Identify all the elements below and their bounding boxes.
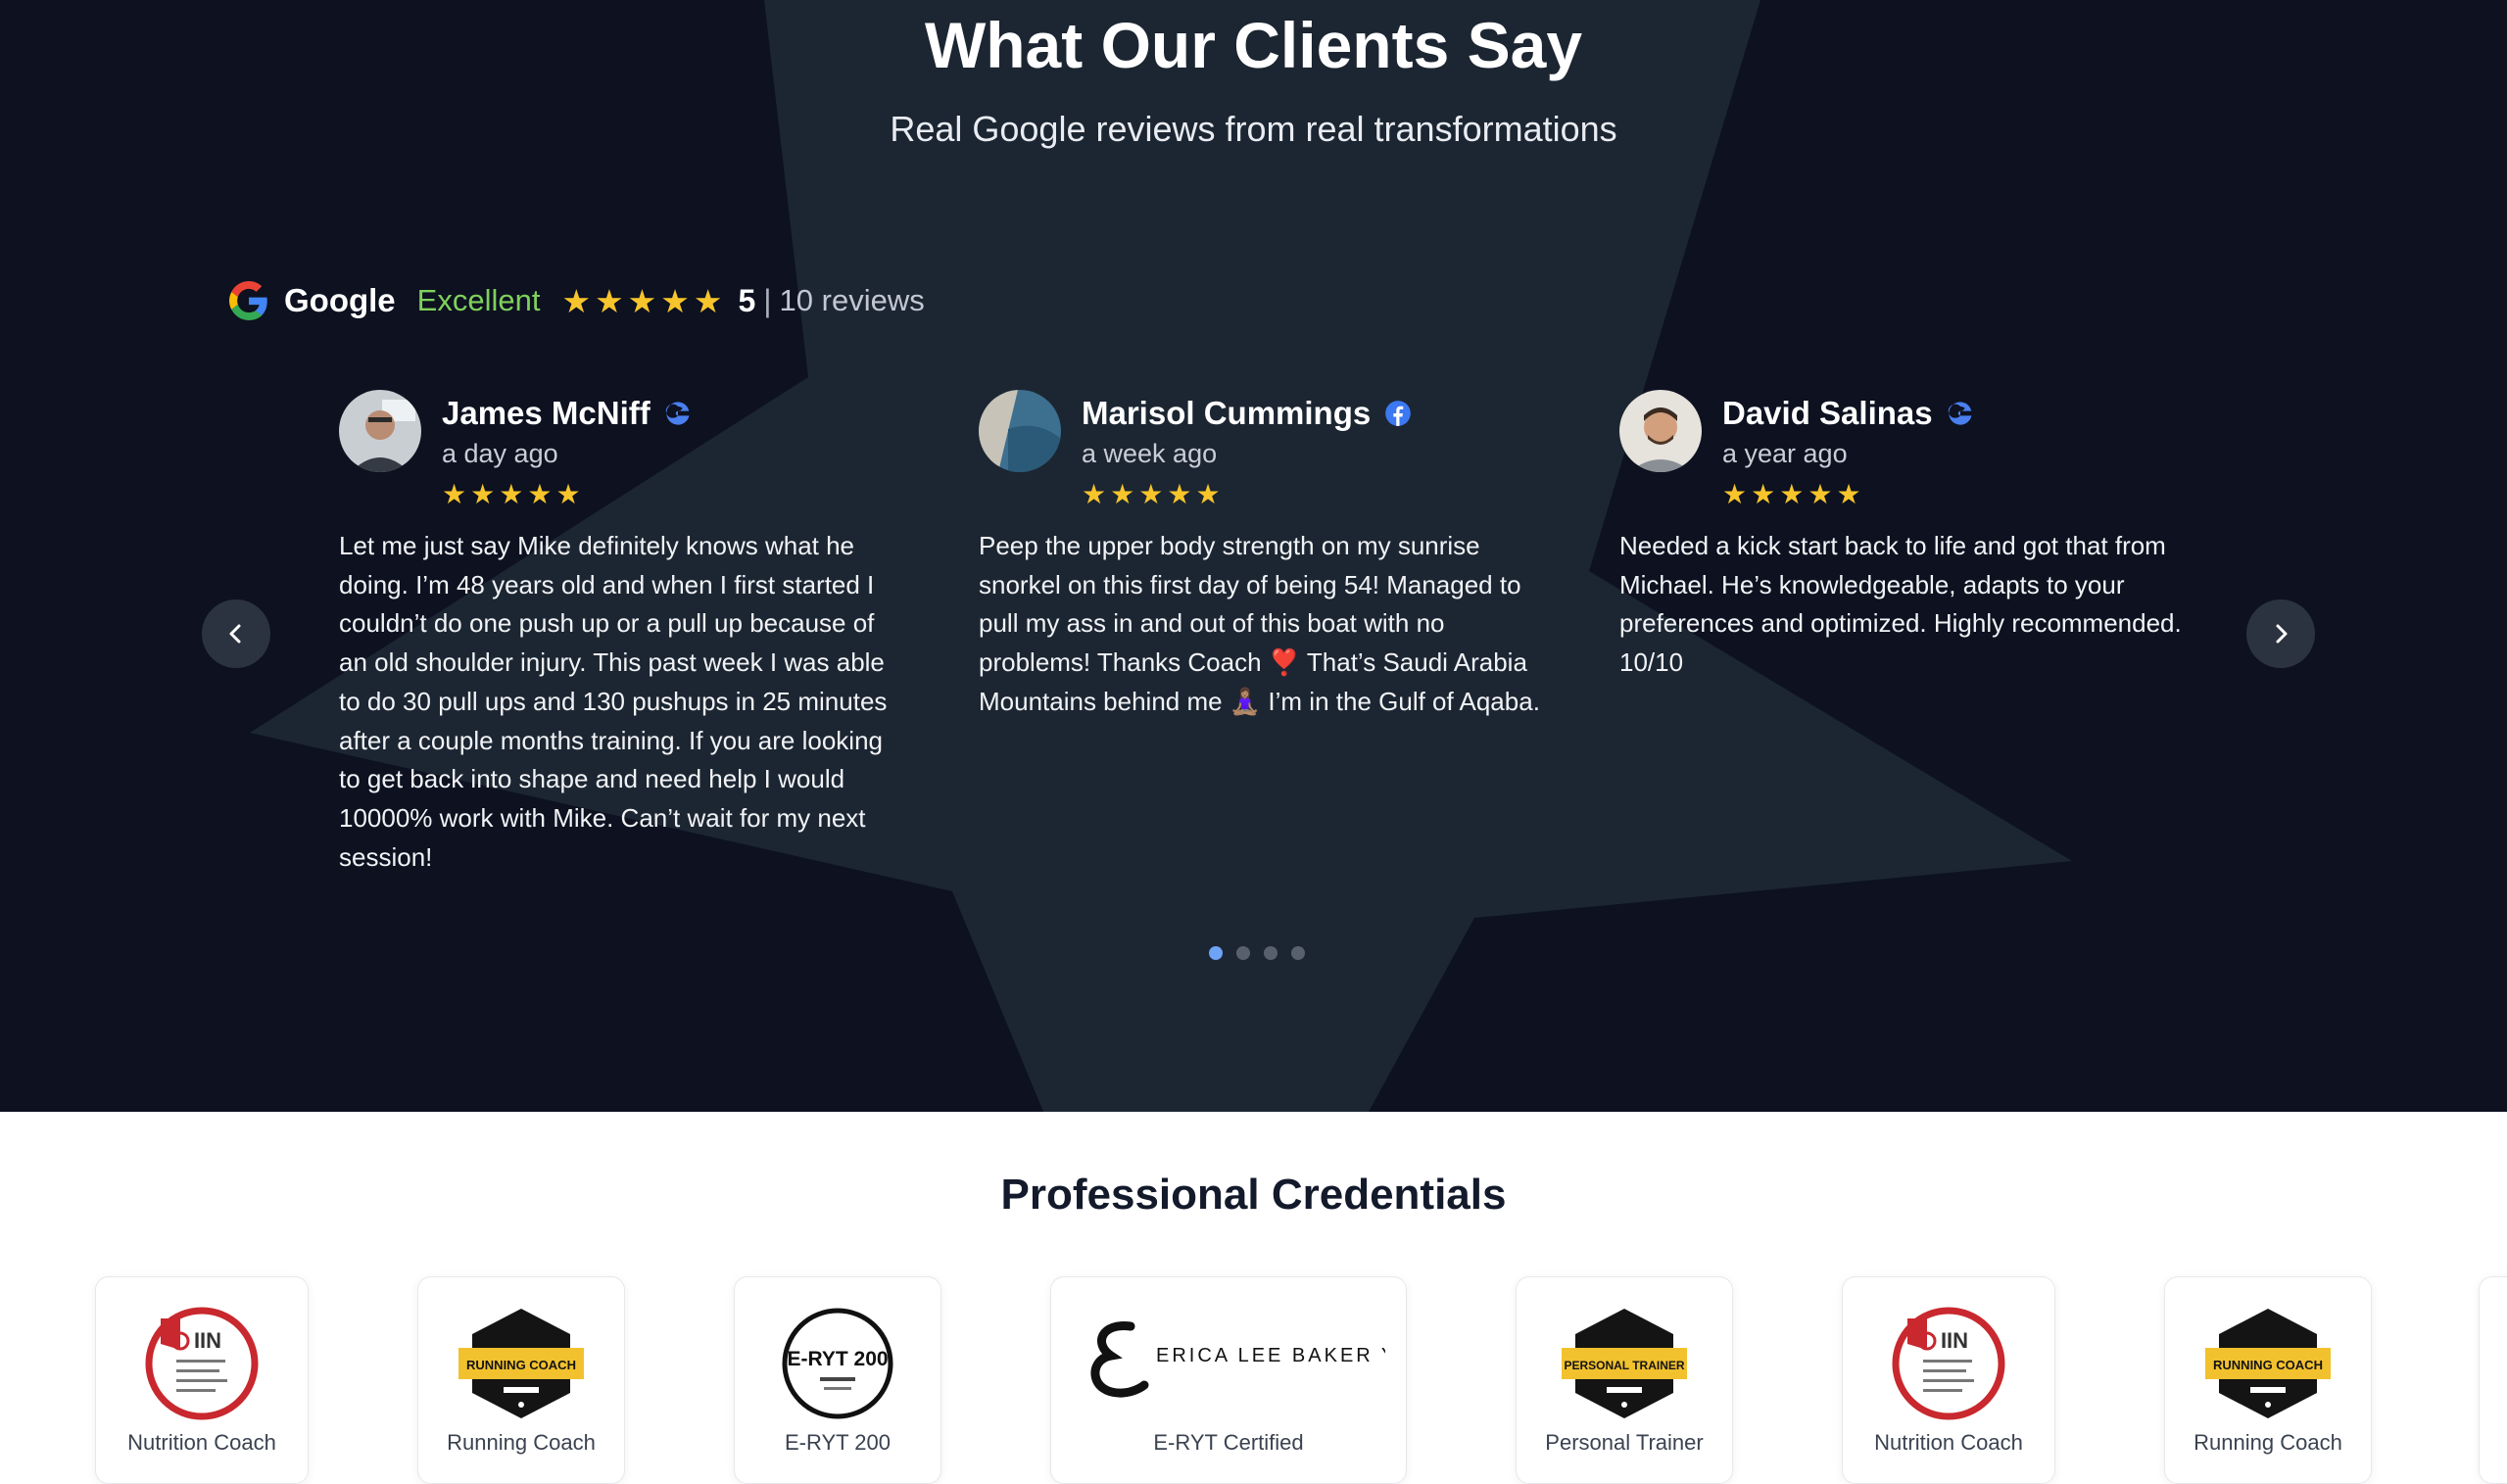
badge-text: E-RYT 200 bbox=[787, 1348, 888, 1370]
avatar bbox=[339, 390, 421, 472]
badge-text: IIN bbox=[194, 1328, 221, 1353]
credential-card: IIN Nutrition Coach bbox=[95, 1276, 309, 1484]
review-card: James McNiff a day ago ★ ★ ★ ★ ★ Let me … bbox=[339, 390, 907, 872]
star-icon: ★ bbox=[499, 479, 524, 509]
review-age: a day ago bbox=[442, 439, 558, 468]
review-stars: ★ ★ ★ ★ ★ bbox=[1082, 478, 1225, 510]
badge-text: PERSONAL TRAINER bbox=[1564, 1359, 1684, 1372]
review-text: Peep the upper body strength on my sunri… bbox=[979, 531, 1540, 716]
credential-label: Nutrition Coach bbox=[127, 1430, 276, 1455]
reviewer-name-text: James McNiff bbox=[442, 395, 651, 431]
pagination-dot-1[interactable] bbox=[1209, 946, 1223, 960]
review-card: Marisol Cummings a week ago ★ ★ ★ ★ ★ Pe… bbox=[979, 390, 1547, 716]
pagination-dot-3[interactable] bbox=[1264, 946, 1278, 960]
credential-label: E-RYT Certified bbox=[1153, 1430, 1304, 1455]
star-icon: ★ bbox=[627, 282, 657, 319]
avatar bbox=[979, 390, 1061, 472]
google-rating-summary[interactable]: Google Excellent ★ ★ ★ ★ ★ 5 | 10 review… bbox=[229, 276, 925, 325]
facebook-icon bbox=[1385, 401, 1412, 426]
star-icon: ★ bbox=[561, 282, 592, 319]
review-age: a week ago bbox=[1082, 439, 1218, 468]
star-icon: ★ bbox=[595, 282, 624, 319]
chevron-left-icon bbox=[229, 624, 241, 644]
star-icon: ★ bbox=[1722, 479, 1748, 509]
star-icon: ★ bbox=[1836, 479, 1861, 509]
star-icon: ★ bbox=[1167, 479, 1192, 509]
badge-text: ERICA LEE BAKER YOGA bbox=[1156, 1345, 1385, 1366]
pagination-dot-2[interactable] bbox=[1236, 946, 1250, 960]
credential-card: PERSONAL TRAINER Personal Trainer bbox=[1516, 1276, 1733, 1484]
rating-score: 5 bbox=[738, 282, 756, 318]
credential-card: ERICA LEE BAKER YOGA E-RYT Certified bbox=[1050, 1276, 1407, 1484]
star-icon: ★ bbox=[1779, 479, 1805, 509]
credential-card: RUNNING COACH Running Coach bbox=[417, 1276, 625, 1484]
erica-lee-baker-yoga-logo: ERICA LEE BAKER YOGA bbox=[1090, 1321, 1385, 1398]
avatar bbox=[1619, 390, 1702, 472]
rating-word: Excellent bbox=[416, 283, 541, 317]
star-icon: ★ bbox=[1195, 479, 1221, 509]
star-icon: ★ bbox=[442, 479, 467, 509]
star-icon: ★ bbox=[1751, 479, 1776, 509]
google-brand-label: Google bbox=[284, 282, 396, 318]
reviewer-name-text: Marisol Cummings bbox=[1082, 395, 1372, 431]
credential-label: E-RYT 200 bbox=[784, 1430, 892, 1455]
review-text: Let me just say Mike definitely knows wh… bbox=[339, 531, 888, 872]
google-logo-icon bbox=[229, 281, 267, 320]
section-subtitle: Real Google reviews from real transforma… bbox=[890, 109, 1617, 149]
chevron-right-icon bbox=[2276, 624, 2288, 644]
credential-label: Nutrition Coach bbox=[1874, 1430, 2023, 1455]
credential-label: Personal Trainer bbox=[1545, 1430, 1704, 1455]
reviewer-name: Marisol Cummings bbox=[1082, 390, 1412, 437]
issa-running-coach-badge-icon: RUNNING COACH bbox=[2205, 1309, 2331, 1418]
carousel-pagination bbox=[1209, 946, 1319, 960]
summary-stars: ★ ★ ★ ★ ★ bbox=[561, 282, 726, 320]
issa-running-coach-badge-icon: RUNNING COACH bbox=[458, 1309, 584, 1418]
star-icon: ★ bbox=[1082, 479, 1107, 509]
review-card: David Salinas a year ago ★ ★ ★ ★ ★ Neede… bbox=[1619, 390, 2188, 677]
review-stars: ★ ★ ★ ★ ★ bbox=[1722, 478, 1865, 510]
section-title: What Our Clients Say bbox=[924, 9, 1583, 81]
star-icon: ★ bbox=[660, 282, 690, 319]
review-stars: ★ ★ ★ ★ ★ bbox=[442, 478, 585, 510]
reviewer-name: James McNiff bbox=[442, 390, 692, 437]
credential-card: E-RYT 200 E-RYT 200 bbox=[734, 1276, 941, 1484]
review-age: a year ago bbox=[1722, 439, 1848, 468]
issa-personal-trainer-badge-icon: PERSONAL TRAINER bbox=[1562, 1309, 1687, 1418]
pagination-dot-4[interactable] bbox=[1291, 946, 1305, 960]
star-icon: ★ bbox=[470, 479, 496, 509]
iin-badge-icon: IIN bbox=[1892, 1307, 2005, 1420]
star-icon: ★ bbox=[1808, 479, 1833, 509]
carousel-next-button[interactable] bbox=[2246, 599, 2315, 668]
testimonials-section: What Our Clients Say Real Google reviews… bbox=[0, 0, 2507, 1112]
credentials-title: Professional Credentials bbox=[1000, 1171, 1507, 1219]
badge-text: IIN bbox=[1941, 1328, 1968, 1353]
star-icon: ★ bbox=[1110, 479, 1135, 509]
credential-card: IIN Nutrition Coach bbox=[1842, 1276, 2055, 1484]
star-icon: ★ bbox=[527, 479, 553, 509]
star-icon: ★ bbox=[1138, 479, 1164, 509]
credential-card-partial bbox=[2479, 1276, 2507, 1484]
badge-text: RUNNING COACH bbox=[466, 1358, 576, 1372]
google-icon bbox=[1948, 402, 1972, 425]
credential-label: Running Coach bbox=[2194, 1430, 2342, 1455]
yoga-alliance-badge-icon: E-RYT 200 bbox=[782, 1308, 893, 1419]
review-count: 10 reviews bbox=[779, 283, 925, 317]
review-text: Needed a kick start back to life and got… bbox=[1619, 531, 2182, 678]
rating-separator: | bbox=[763, 282, 772, 318]
star-icon: ★ bbox=[555, 479, 581, 509]
iin-badge-icon: IIN bbox=[145, 1307, 259, 1420]
reviewer-name: David Salinas bbox=[1722, 390, 1974, 437]
reviewer-name-text: David Salinas bbox=[1722, 395, 1933, 431]
carousel-prev-button[interactable] bbox=[202, 599, 270, 668]
star-icon: ★ bbox=[693, 282, 723, 319]
badge-text: RUNNING COACH bbox=[2213, 1358, 2323, 1372]
credential-label: Running Coach bbox=[447, 1430, 596, 1455]
credential-card: RUNNING COACH Running Coach bbox=[2164, 1276, 2372, 1484]
google-icon bbox=[665, 402, 690, 425]
